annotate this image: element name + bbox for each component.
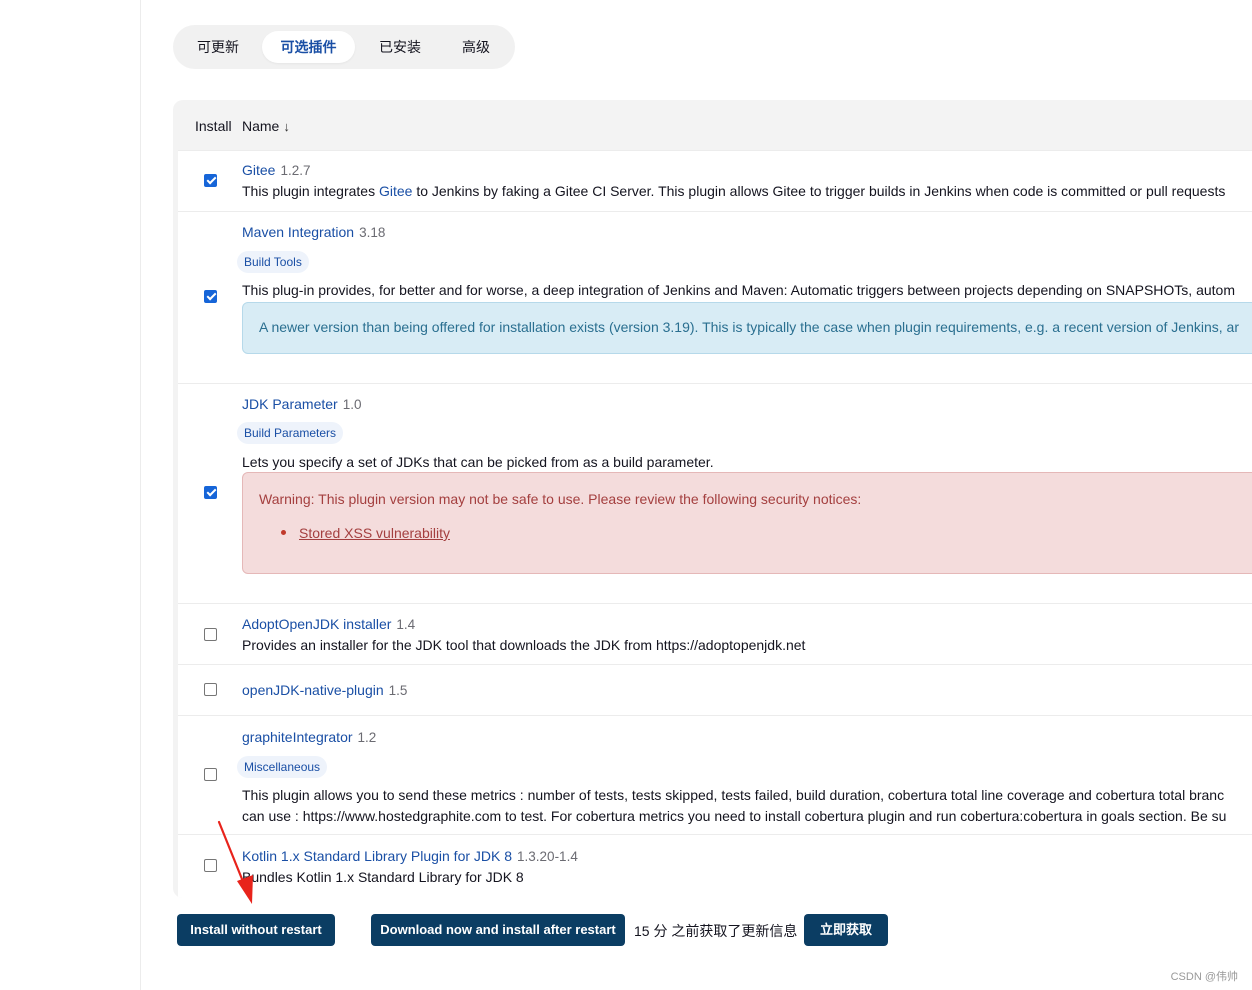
plugin-title: graphiteIntegrator 1.2: [242, 729, 376, 745]
plugin-description: Lets you specify a set of JDKs that can …: [242, 454, 714, 470]
tab-updates[interactable]: 可更新: [187, 31, 249, 63]
plugin-version: 1.0: [342, 397, 362, 412]
install-without-restart-button[interactable]: Install without restart: [177, 914, 335, 946]
plugin-link-maven-integration[interactable]: Maven Integration: [242, 224, 354, 240]
install-checkbox-openjdk-native-plugin[interactable]: [204, 683, 217, 696]
install-checkbox-graphiteintegrator[interactable]: [204, 768, 217, 781]
plugin-row-maven-integration: Maven Integration 3.18 Build Tools This p…: [178, 211, 1252, 383]
plugin-row-jdk-parameter: JDK Parameter 1.0 Build Parameters Lets y…: [178, 383, 1252, 603]
plugin-row-gitee: Gitee 1.2.7 This plugin integrates Gitee …: [178, 150, 1252, 211]
security-warning: Warning: This plugin version may not be …: [242, 472, 1252, 574]
plugin-description: Provides an installer for the JDK tool t…: [242, 637, 806, 653]
plugin-row-adoptopenjdk-installer: AdoptOpenJDK installer 1.4 Provides an in…: [178, 603, 1252, 664]
install-checkbox-adoptopenjdk-installer[interactable]: [204, 628, 217, 641]
plugin-version: 1.2: [357, 730, 377, 745]
description-text: to Jenkins by faking a Gitee CI Server. …: [412, 183, 1226, 199]
tab-installed[interactable]: 已安装: [369, 31, 431, 63]
column-name-label: Name: [242, 118, 280, 134]
plugin-link-openjdk-native-plugin[interactable]: openJDK-native-plugin: [242, 682, 384, 698]
plugin-link-jdk-parameter[interactable]: JDK Parameter: [242, 396, 338, 412]
plugin-row-kotlin-stdlib-jdk8: Kotlin 1.x Standard Library Plugin for J…: [178, 834, 1252, 898]
plugin-title: AdoptOpenJDK installer 1.4: [242, 616, 415, 632]
plugin-description: This plug-in provides, for better and fo…: [242, 282, 1235, 298]
install-checkbox-jdk-parameter[interactable]: [204, 486, 217, 499]
update-info-status: 15 分 之前获取了更新信息: [634, 923, 798, 939]
plugin-title: Kotlin 1.x Standard Library Plugin for J…: [242, 848, 578, 864]
bullet-icon: [281, 530, 286, 535]
column-install[interactable]: Install: [195, 118, 232, 134]
description-text: This plugin integrates: [242, 183, 379, 199]
plugin-version: 1.3.20-1.4: [517, 849, 578, 864]
category-tag[interactable]: Build Parameters: [237, 422, 344, 444]
category-tag[interactable]: Miscellaneous: [237, 756, 328, 778]
warning-text: Warning: This plugin version may not be …: [259, 491, 862, 507]
sort-down-icon: ↓: [283, 119, 290, 134]
security-advisory-link[interactable]: Stored XSS vulnerability: [299, 525, 450, 541]
plugin-description: This plugin allows you to send these met…: [242, 787, 1225, 803]
install-checkbox-kotlin-stdlib-jdk8[interactable]: [204, 859, 217, 872]
fetch-now-button[interactable]: 立即获取: [804, 914, 888, 946]
gitee-inline-link[interactable]: Gitee: [379, 183, 412, 199]
plugin-title: Gitee 1.2.7: [242, 162, 311, 178]
plugin-link-kotlin-stdlib-jdk8[interactable]: Kotlin 1.x Standard Library Plugin for J…: [242, 848, 512, 864]
plugin-title: openJDK-native-plugin 1.5: [242, 682, 407, 698]
plugin-version: 1.4: [396, 617, 416, 632]
plugin-link-adoptopenjdk-installer[interactable]: AdoptOpenJDK installer: [242, 616, 391, 632]
plugin-title: JDK Parameter 1.0: [242, 396, 361, 412]
install-checkbox-gitee[interactable]: [204, 174, 217, 187]
tab-advanced[interactable]: 高级: [445, 31, 507, 63]
plugin-version: 1.2.7: [280, 163, 311, 178]
plugin-table: Install Name ↓ Gitee 1.2.7 This plugin int…: [173, 100, 1252, 898]
plugin-version: 3.18: [359, 225, 386, 240]
left-sidebar: [0, 0, 141, 990]
plugin-link-graphiteintegrator[interactable]: graphiteIntegrator: [242, 729, 353, 745]
plugin-description-continued: can use : https://www.hostedgraphite.com…: [242, 808, 1227, 824]
install-checkbox-maven-integration[interactable]: [204, 290, 217, 303]
column-name[interactable]: Name ↓: [242, 118, 290, 134]
table-header: Install Name ↓: [173, 100, 1252, 150]
plugin-description: This plugin integrates Gitee to Jenkins …: [242, 183, 1225, 199]
newer-version-notice: A newer version than being offered for i…: [242, 302, 1252, 354]
notice-text: A newer version than being offered for i…: [259, 319, 1239, 335]
tab-available-plugins[interactable]: 可选插件: [262, 31, 355, 63]
plugin-row-openjdk-native-plugin: openJDK-native-plugin 1.5: [178, 664, 1252, 715]
plugin-row-graphiteintegrator: graphiteIntegrator 1.2 Miscellaneous This…: [178, 715, 1252, 834]
plugin-version: 1.5: [388, 683, 408, 698]
plugin-description: Bundles Kotlin 1.x Standard Library for …: [242, 869, 524, 885]
category-tag[interactable]: Build Tools: [237, 251, 309, 273]
download-and-install-after-restart-button[interactable]: Download now and install after restart: [371, 914, 625, 946]
plugin-tabs: 可更新 可选插件 已安装 高级: [173, 25, 515, 69]
csdn-watermark: CSDN @伟帅: [1170, 971, 1238, 983]
plugin-title: Maven Integration 3.18: [242, 224, 385, 240]
plugin-link-gitee[interactable]: Gitee: [242, 162, 275, 178]
